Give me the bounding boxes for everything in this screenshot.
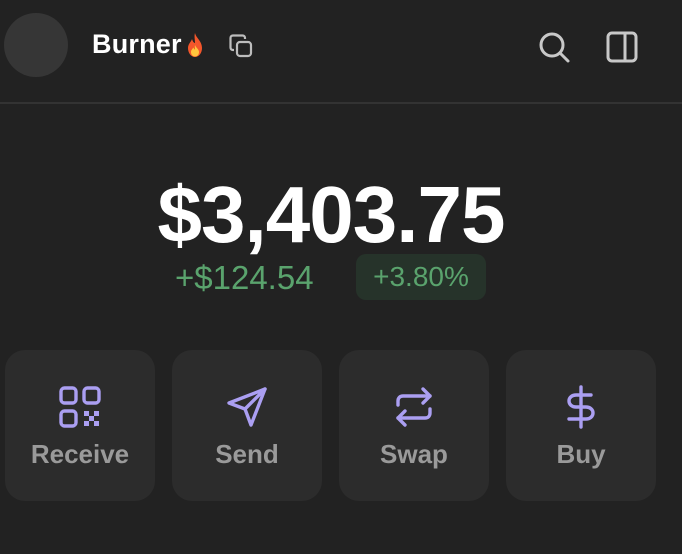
sidebar-icon[interactable] <box>605 30 639 64</box>
account-name-label: Burner <box>92 29 182 59</box>
qr-code-icon <box>59 386 101 428</box>
balance-change-percent: +3.80% <box>373 261 469 292</box>
receive-button[interactable]: Receive <box>5 350 155 501</box>
send-button[interactable]: Send <box>172 350 322 501</box>
balance-change-amount: +$124.54 <box>175 259 314 296</box>
header: Burner <box>0 0 682 104</box>
fire-icon <box>187 32 202 57</box>
portfolio-balance: $3,403.75 <box>157 170 506 259</box>
wallet-home: Burner $3,403.75 +$124.54 +3.80% Receive… <box>0 0 682 554</box>
dollar-icon <box>567 385 595 429</box>
buy-label: Buy <box>556 439 606 469</box>
send-label: Send <box>215 439 279 469</box>
account-name[interactable]: Burner <box>92 29 207 60</box>
send-icon <box>227 387 267 427</box>
avatar[interactable] <box>4 13 68 77</box>
receive-label: Receive <box>30 439 130 469</box>
search-icon[interactable] <box>537 30 571 64</box>
buy-button[interactable]: Buy <box>506 350 656 501</box>
swap-label: Swap <box>380 439 448 469</box>
swap-icon <box>396 387 432 427</box>
copy-icon[interactable] <box>228 33 254 59</box>
swap-button[interactable]: Swap <box>339 350 489 501</box>
balance-change-percent-badge: +3.80% <box>356 254 486 300</box>
